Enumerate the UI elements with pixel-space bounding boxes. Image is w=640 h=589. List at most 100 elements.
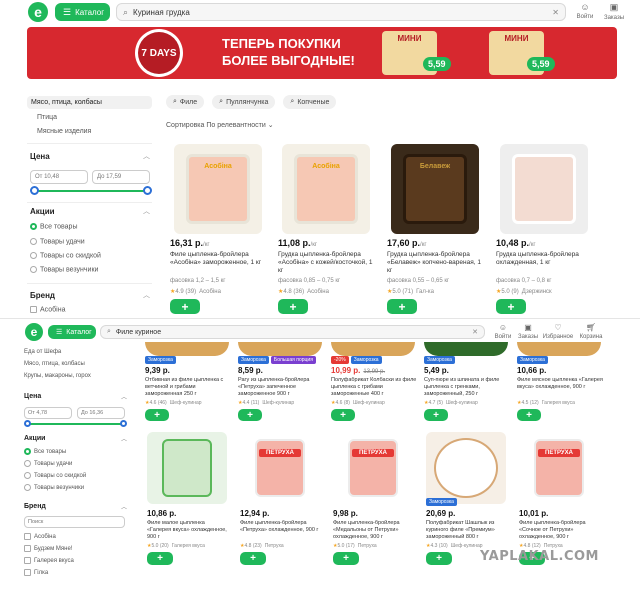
category-item[interactable]: Крупы, макароны, горох (24, 373, 91, 379)
product-card[interactable]: -20% Заморозка 10,99 р. 13,99 р. Полуфабрика… (329, 342, 417, 422)
price-filter-title[interactable]: Цена (24, 393, 41, 400)
product-image[interactable] (238, 342, 322, 356)
checkbox[interactable] (24, 557, 31, 564)
add-to-cart-button[interactable]: + (331, 409, 355, 421)
chip-2[interactable]: ⌕ Пуллянчунка (212, 95, 276, 109)
product-image[interactable]: ПЕТРУХА (333, 432, 413, 504)
promo-option[interactable]: Товары со скидкой (30, 252, 101, 259)
chip-fillet[interactable]: ⌕ Филе (166, 95, 205, 109)
add-to-cart-button[interactable]: + (170, 299, 200, 314)
slider-handle-max[interactable] (143, 186, 152, 195)
product-image[interactable] (426, 432, 506, 504)
chevron-up-icon[interactable]: ︿ (143, 206, 150, 216)
brand-option[interactable]: Будзем Мяне! (24, 545, 72, 552)
checkbox[interactable] (24, 533, 31, 540)
product-name[interactable]: Суп-пюре из шпината и филе цыпленка с гр… (424, 377, 510, 399)
product-name[interactable]: Филе цыпленка-бройлера «Петруха» охлажде… (240, 520, 322, 542)
product-card[interactable]: ПЕТРУХА 12,94 р. Филе цыпленка-бройлера «П… (236, 432, 324, 567)
product-card[interactable]: Заморозка Большая порция 8,59 р. Рагу из цы… (236, 342, 324, 422)
product-card[interactable]: 10,48 р./кг Грудка цыпленка-бройлера охла… (492, 140, 594, 318)
product-card[interactable]: 10,86 р. Филе малое цыпленка «Галерея вку… (143, 432, 231, 567)
orders-button[interactable]: ▣ Заказы (518, 323, 538, 340)
product-card[interactable]: Заморозка 5,49 р. Суп-пюре из шпината и фи… (422, 342, 510, 422)
product-image[interactable]: Асобіна (282, 144, 370, 234)
promo-option[interactable]: Товары удачи (24, 460, 72, 467)
radio[interactable] (24, 472, 31, 479)
catalog-button[interactable]: ☰ Каталог (48, 325, 96, 339)
promo-option[interactable]: Все товары (24, 448, 66, 455)
price-slider[interactable] (27, 423, 123, 425)
brand-search-input[interactable]: Поиск (24, 516, 125, 528)
product-image[interactable] (331, 342, 415, 356)
price-from-input[interactable]: От 4,78 (24, 407, 72, 419)
add-to-cart-button[interactable]: + (333, 552, 359, 565)
product-image[interactable] (147, 432, 227, 504)
price-to-input[interactable]: До 17,59 (92, 170, 150, 184)
product-card[interactable]: ПЕТРУХА 10,01 р. Филе цыпленка-бройлера «С… (515, 432, 603, 567)
chevron-up-icon[interactable]: ︿ (121, 392, 127, 401)
store-logo[interactable]: e (25, 323, 43, 341)
radio[interactable] (30, 252, 37, 259)
clear-icon[interactable]: ✕ (472, 328, 478, 336)
product-name[interactable]: Отбивная из филе цыпленка с ветчиной и г… (145, 377, 231, 399)
chevron-up-icon[interactable]: ︿ (143, 151, 150, 161)
brand-option[interactable]: Гілка (24, 569, 48, 576)
chip-3[interactable]: ⌕ Копченые (283, 95, 337, 109)
product-image[interactable] (145, 342, 229, 356)
search-input[interactable]: ⌕ Куриная грудка ✕ (116, 3, 566, 21)
radio[interactable] (24, 484, 31, 491)
category-item[interactable]: Еда от Шефа (24, 349, 61, 355)
brand-filter-title[interactable]: Бренд (30, 291, 55, 300)
product-card[interactable]: Заморозка 10,66 р. Филе мясное цыпленка «Г… (515, 342, 603, 422)
product-name[interactable]: Филе малое цыпленка «Галерея вкуса» охла… (147, 520, 229, 542)
add-to-cart-button[interactable]: + (238, 409, 262, 421)
product-card[interactable]: Заморозка 9,39 р. Отбивная из филе цыпленк… (143, 342, 231, 422)
product-name[interactable]: Полуфабрикат Шашлык из куриного филе «Пр… (426, 520, 508, 542)
add-to-cart-button[interactable]: + (424, 409, 448, 421)
chevron-up-icon[interactable]: ︿ (121, 434, 127, 443)
sort-dropdown[interactable]: Сортировка По релевантности ⌄ (166, 121, 274, 129)
product-card[interactable]: Белавеж 17,60 р./кг Грудка цыпленка-бройле… (383, 140, 485, 318)
promo-option[interactable]: Все товары (30, 223, 78, 230)
clear-icon[interactable]: ✕ (552, 8, 559, 17)
product-image[interactable]: ПЕТРУХА (240, 432, 320, 504)
promo-option[interactable]: Товары везунчики (30, 266, 98, 273)
price-filter-title[interactable]: Цена (30, 152, 50, 161)
slider-handle-min[interactable] (30, 186, 39, 195)
product-image[interactable]: Асобіна (174, 144, 262, 234)
favorites-button[interactable]: ♡ Избранное (543, 323, 573, 340)
radio[interactable] (30, 266, 37, 273)
add-to-cart-button[interactable]: + (517, 409, 541, 421)
promo-option[interactable]: Товары со скидкой (24, 472, 86, 479)
product-name[interactable]: Рагу из цыпленка-бройлера «Петруха» запе… (238, 377, 324, 399)
store-logo[interactable]: e (28, 2, 48, 22)
product-name[interactable]: Грудка цыпленка-бройлера охлажденная, 1 … (496, 251, 592, 277)
category-item[interactable]: Птица (27, 109, 152, 121)
radio[interactable] (24, 460, 31, 467)
product-name[interactable]: Филе цыпленка-бройлера «Сочное от Петрух… (519, 520, 601, 542)
promo-option[interactable]: Товары везунчики (24, 484, 84, 491)
product-name[interactable]: Филе цыпленка-бройлера «Асобіна» заморож… (170, 251, 266, 277)
price-from-input[interactable]: От 10,48 (30, 170, 88, 184)
checkbox[interactable] (24, 569, 31, 576)
add-to-cart-button[interactable]: + (387, 299, 417, 314)
add-to-cart-button[interactable]: + (496, 299, 526, 314)
brand-filter-title[interactable]: Бренд (24, 503, 46, 510)
product-name[interactable]: Филе мясное цыпленка «Галерея вкуса» охл… (517, 377, 603, 399)
price-to-input[interactable]: До 16,36 (77, 407, 125, 419)
chevron-up-icon[interactable]: ︿ (143, 290, 150, 300)
chevron-up-icon[interactable]: ︿ (121, 502, 127, 511)
brand-option[interactable]: Галерея вкуса (24, 557, 74, 564)
login-button[interactable]: ☺ Войти (577, 2, 594, 20)
product-card[interactable]: ПЕТРУХА 9,98 р. Филе цыпленка-бройлера «Ме… (329, 432, 417, 567)
radio[interactable] (30, 238, 37, 245)
product-name[interactable]: Филе цыпленка-бройлера «Медальоны от Пет… (333, 520, 415, 542)
search-input[interactable]: ⌕ Филе куриное ✕ (100, 325, 485, 339)
product-image[interactable]: ПЕТРУХА (519, 432, 599, 504)
slider-handle-min[interactable] (24, 420, 31, 427)
promo-filter-title[interactable]: Акции (24, 435, 45, 442)
add-to-cart-button[interactable]: + (147, 552, 173, 565)
product-image[interactable] (424, 342, 508, 356)
price-slider[interactable] (33, 190, 148, 192)
checkbox[interactable] (30, 306, 37, 313)
